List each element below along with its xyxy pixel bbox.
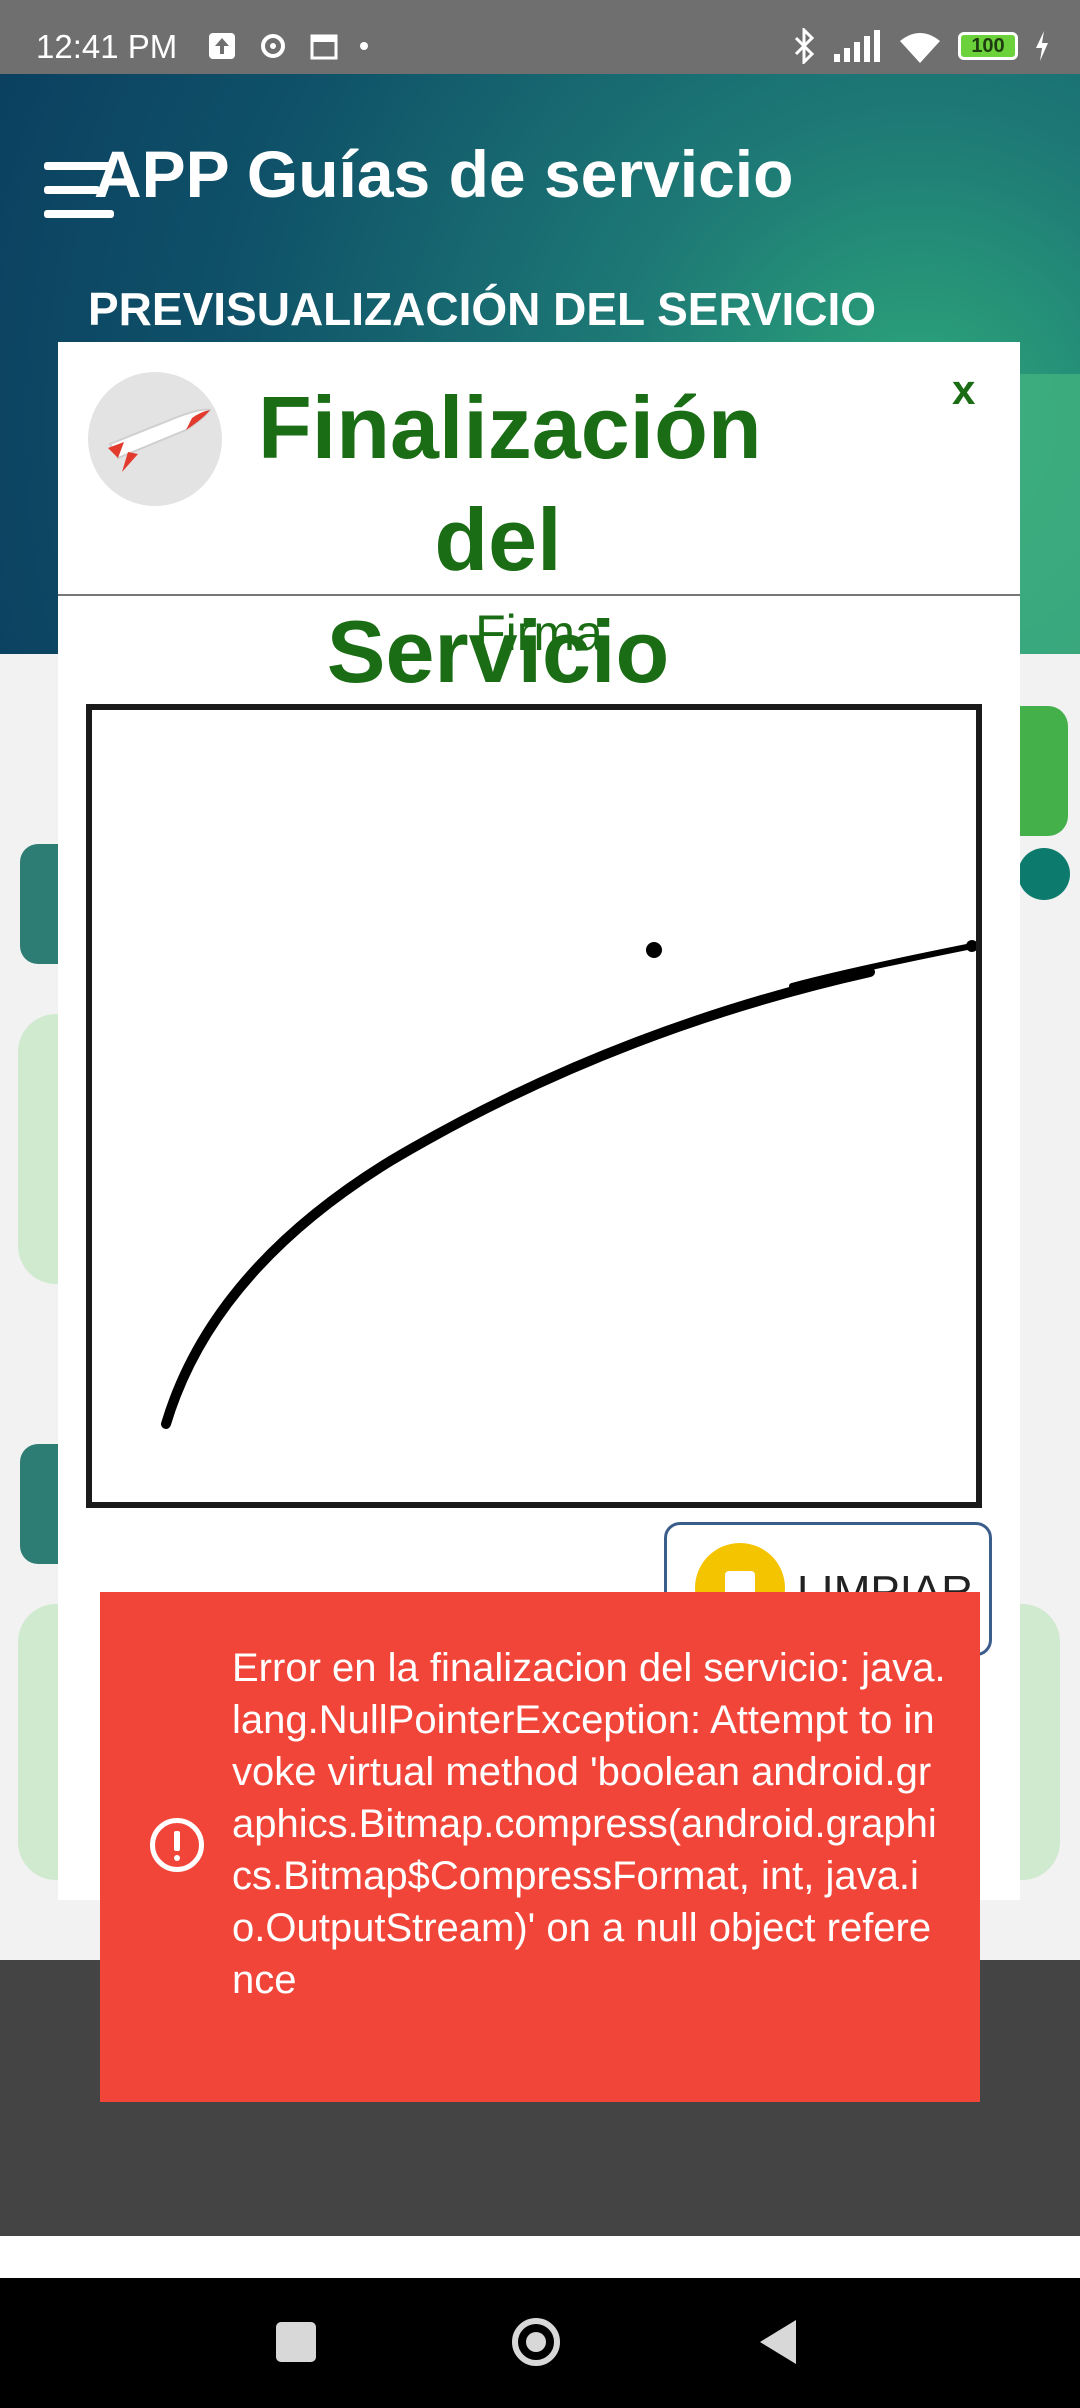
bluetooth-icon [794,28,815,64]
error-toast: Error en la finalizacion del servicio: j… [100,1592,980,2102]
calendar-icon [310,34,338,60]
page-subtitle: PREVISUALIZACIÓN DEL SERVICIO [88,283,877,335]
upload-icon [209,33,235,59]
rocket-logo [88,372,222,506]
error-icon [150,1818,204,1872]
battery-level: 100 [971,34,1005,57]
back-icon[interactable] [760,2320,796,2364]
home-icon[interactable] [512,2318,560,2366]
signature-pad[interactable] [86,704,982,1508]
status-time: 12:41 PM [36,28,178,65]
dot-icon [360,42,368,50]
error-message: Error en la finalizacion del servicio: j… [232,1646,946,2002]
status-left-icons [207,30,369,62]
battery-icon: 100 [958,32,1018,60]
bottom-strip [0,2236,1080,2278]
status-dot [1018,848,1070,900]
navigation-bar [0,2278,1080,2408]
close-button[interactable]: x [952,366,975,414]
signal-icon [834,30,880,62]
rocket-icon [108,408,212,472]
header-decoration [1020,374,1080,654]
dialog-divider [58,594,1020,596]
status-bar: 12:41 PM 100 [0,0,1080,74]
wifi-icon [900,33,940,63]
app-title: APP Guías de servicio [94,137,794,211]
charging-icon [1036,31,1048,61]
recents-icon[interactable] [276,2322,316,2362]
signature-stroke [161,940,978,1429]
settings-icon [261,34,285,58]
status-right-icons: 100 [792,28,1050,64]
signature-label: Firma [475,605,603,661]
